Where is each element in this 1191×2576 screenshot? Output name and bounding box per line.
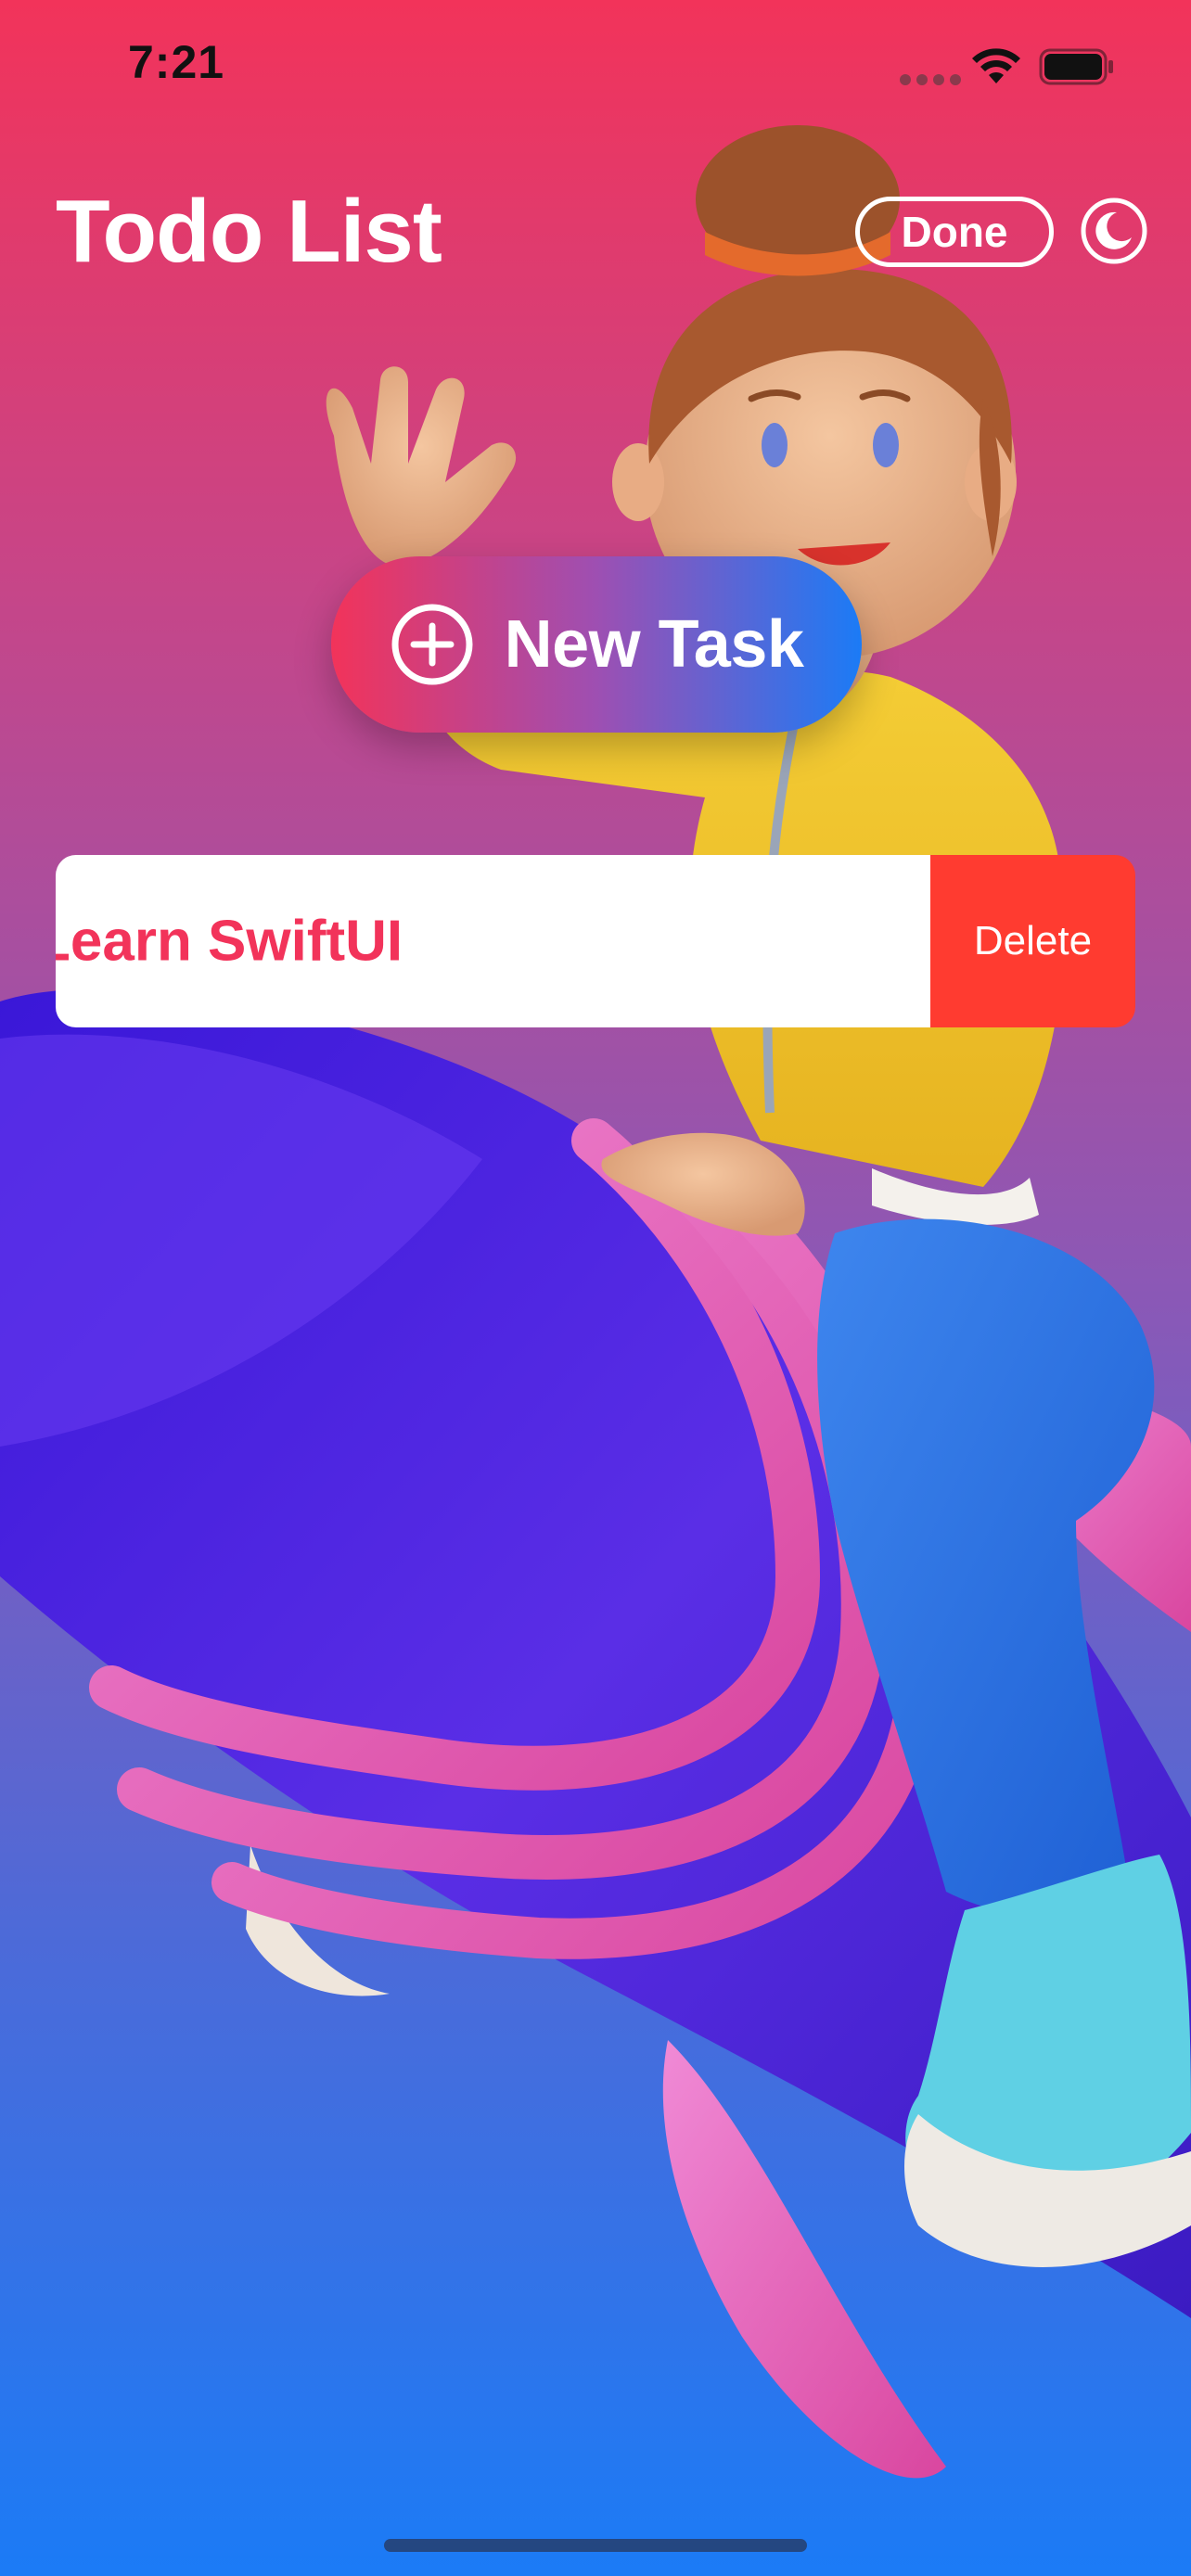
cellular-signal-icon <box>900 74 961 85</box>
task-item[interactable]: Learn SwiftUI <box>56 855 930 1027</box>
home-indicator[interactable] <box>384 2539 807 2552</box>
new-task-button[interactable]: New Task <box>331 556 862 733</box>
delete-button[interactable]: Delete <box>930 855 1135 1027</box>
moon-icon[interactable] <box>1080 197 1148 265</box>
new-task-label: New Task <box>504 607 804 682</box>
rocket-character-illustration <box>0 125 1191 2479</box>
page-title: Todo List <box>56 182 442 281</box>
status-bar: 7:21 <box>0 0 1191 139</box>
task-row[interactable]: Learn SwiftUI Delete <box>56 855 1135 1027</box>
plus-circle-icon <box>391 604 473 685</box>
wifi-icon <box>972 48 1020 83</box>
battery-full-icon <box>1039 48 1113 85</box>
status-time: 7:21 <box>128 36 225 88</box>
done-button[interactable]: Done <box>855 197 1054 267</box>
task-title: Learn SwiftUI <box>56 909 403 974</box>
